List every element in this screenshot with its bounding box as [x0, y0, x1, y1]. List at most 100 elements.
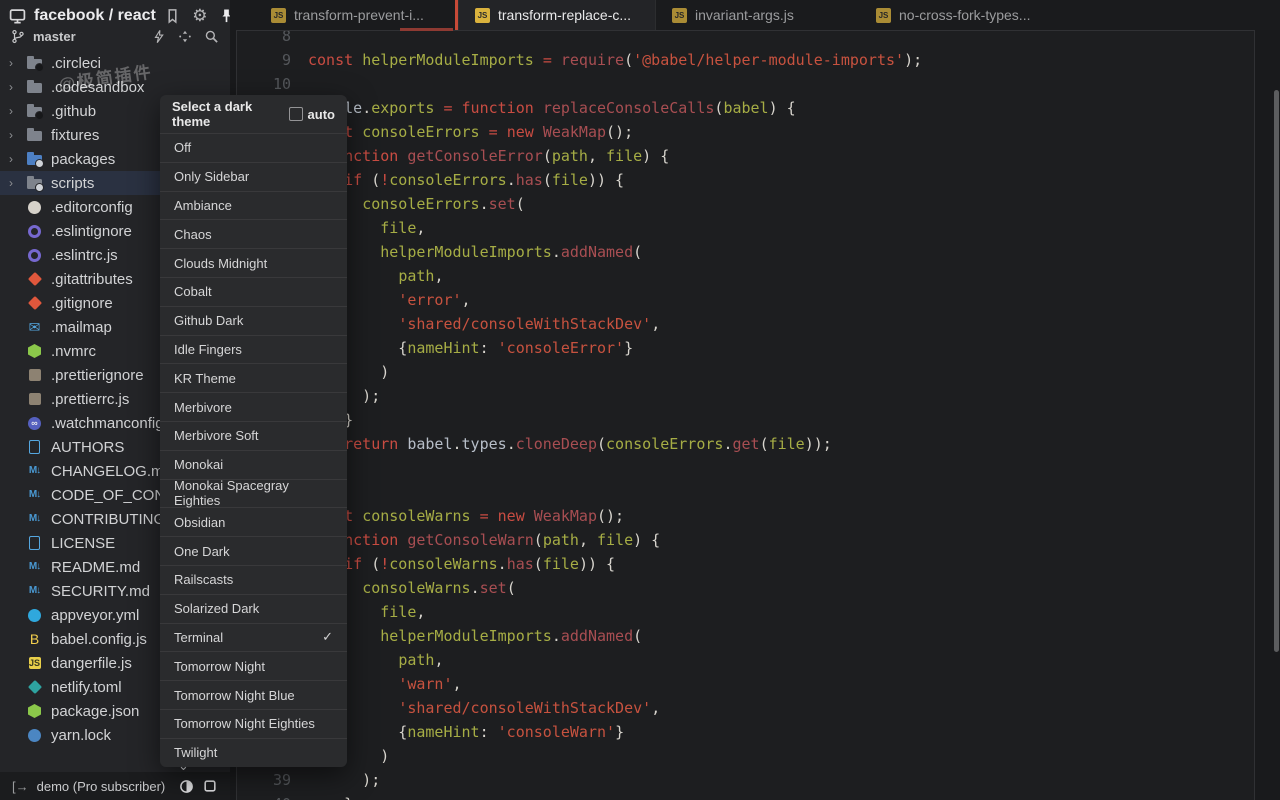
markdown-icon: M↓: [26, 487, 43, 503]
git-branch-icon: [9, 27, 27, 45]
file-label: appveyor.yml: [51, 607, 139, 624]
live-session-icon[interactable]: [176, 27, 194, 45]
theme-item-ambiance[interactable]: Ambiance: [160, 191, 347, 220]
appveyor-icon: [26, 607, 43, 623]
branch-name[interactable]: master: [33, 29, 144, 44]
theme-item-cobalt[interactable]: Cobalt: [160, 277, 347, 306]
file-label: babel.config.js: [51, 631, 147, 648]
file-label: .eslintrc.js: [51, 247, 118, 264]
tab-transform-replace-c[interactable]: JStransform-replace-c...: [458, 0, 655, 30]
code-line: 13 function getConsoleError(path, file) …: [237, 144, 1254, 168]
theme-item-monokai-spacegray-eighties[interactable]: Monokai Spacegray Eighties: [160, 479, 347, 508]
code-line: 27: [237, 480, 1254, 504]
gear-icon[interactable]: ⚙: [191, 7, 209, 25]
code-line: 21 {nameHint: 'consoleError'}: [237, 336, 1254, 360]
theme-item-label: Tomorrow Night Eighties: [174, 716, 315, 731]
theme-item-kr-theme[interactable]: KR Theme: [160, 363, 347, 392]
code-line: 35 'warn',: [237, 672, 1254, 696]
code-line: 31 consoleWarns.set(: [237, 576, 1254, 600]
code-line: 28 let consoleWarns = new WeakMap();: [237, 504, 1254, 528]
js-file-icon: JS: [271, 8, 286, 23]
theme-item-label: Ambiance: [174, 198, 232, 213]
folder-icon: [26, 127, 43, 143]
tab-label: invariant-args.js: [695, 7, 794, 23]
theme-item-label: Github Dark: [174, 313, 243, 328]
sign-out-icon[interactable]: [→: [12, 779, 29, 794]
chevron-right-icon: ›: [9, 177, 26, 189]
chevron-right-icon: ›: [9, 129, 26, 141]
contrast-toggle-icon[interactable]: [178, 778, 194, 794]
file-label: .mailmap: [51, 319, 112, 336]
bookmark-icon[interactable]: [164, 7, 182, 25]
theme-item-railscasts[interactable]: Railscasts: [160, 565, 347, 594]
theme-item-label: Idle Fingers: [174, 342, 242, 357]
line-number: 8: [237, 30, 291, 48]
code-line: 39 );: [237, 768, 1254, 792]
file-label: .codesandbox: [51, 79, 144, 96]
file-label: yarn.lock: [51, 727, 111, 744]
theme-item-monokai[interactable]: Monokai: [160, 450, 347, 479]
theme-item-idle-fingers[interactable]: Idle Fingers: [160, 335, 347, 364]
theme-item-solarized-dark[interactable]: Solarized Dark: [160, 594, 347, 623]
file-icon: [26, 535, 43, 551]
theme-item-chaos[interactable]: Chaos: [160, 219, 347, 248]
theme-item-tomorrow-night-blue[interactable]: Tomorrow Night Blue: [160, 680, 347, 709]
theme-item-label: Obsidian: [174, 515, 225, 530]
theme-item-one-dark[interactable]: One Dark: [160, 536, 347, 565]
file-label: AUTHORS: [51, 439, 124, 456]
file-label: netlify.toml: [51, 679, 122, 696]
theme-item-github-dark[interactable]: Github Dark: [160, 306, 347, 335]
lightning-icon[interactable]: [150, 27, 168, 45]
packages-folder-icon: [26, 151, 43, 167]
code-line: 18 path,: [237, 264, 1254, 288]
branch-row: master: [0, 26, 230, 49]
chevron-right-icon: ›: [9, 81, 26, 93]
search-icon[interactable]: [202, 27, 220, 45]
theme-item-tomorrow-night[interactable]: Tomorrow Night: [160, 651, 347, 680]
theme-item-merbivore[interactable]: Merbivore: [160, 392, 347, 421]
tab-bar: JStransform-prevent-i...JStransform-repl…: [230, 0, 1280, 30]
main-area: JStransform-prevent-i...JStransform-repl…: [230, 0, 1280, 800]
theme-item-label: One Dark: [174, 544, 230, 559]
file-label: .prettierignore: [51, 367, 144, 384]
theme-item-terminal[interactable]: Terminal✓: [160, 623, 347, 652]
code-line: 29 function getConsoleWarn(path, file) {: [237, 528, 1254, 552]
circleci-folder-icon: [26, 55, 43, 71]
node-icon: [26, 343, 43, 359]
tab-invariant-args-js[interactable]: JSinvariant-args.js: [655, 0, 860, 30]
line-number: 10: [237, 72, 291, 96]
sidebar-footer: [→ demo (Pro subscriber): [0, 772, 230, 800]
theme-item-only-sidebar[interactable]: Only Sidebar: [160, 162, 347, 191]
code-area: 7'use strict';89const helperModuleImport…: [237, 30, 1254, 800]
theme-item-merbivore-soft[interactable]: Merbivore Soft: [160, 421, 347, 450]
tab-no-cross-fork-types[interactable]: JSno-cross-fork-types...: [860, 0, 1046, 30]
auto-checkbox[interactable]: [289, 107, 303, 121]
dropdown-scrollbar[interactable]: [1274, 90, 1279, 652]
theme-item-obsidian[interactable]: Obsidian: [160, 507, 347, 536]
git-icon: [26, 295, 43, 311]
theme-item-off[interactable]: Off: [160, 133, 347, 162]
theme-item-tomorrow-night-eighties[interactable]: Tomorrow Night Eighties: [160, 709, 347, 738]
code-editor[interactable]: 7'use strict';89const helperModuleImport…: [236, 30, 1255, 800]
tab-transform-prevent-i[interactable]: JStransform-prevent-i...: [255, 0, 455, 30]
theme-item-label: Merbivore Soft: [174, 428, 259, 443]
theme-item-label: Off: [174, 140, 191, 155]
markdown-icon: M↓: [26, 583, 43, 599]
editor-window-icon: [9, 7, 26, 25]
npm-icon: [26, 703, 43, 719]
file-row[interactable]: ›.circleci: [0, 51, 230, 75]
repo-header: facebook / react ⚙: [0, 0, 230, 26]
pin-icon[interactable]: [218, 7, 230, 25]
eslint-icon: [26, 247, 43, 263]
code-line: 14 if (!consoleErrors.has(file)) {: [237, 168, 1254, 192]
square-layout-icon[interactable]: [202, 778, 218, 794]
theme-item-clouds-midnight[interactable]: Clouds Midnight: [160, 248, 347, 277]
code-line: 33 helperModuleImports.addNamed(: [237, 624, 1254, 648]
code-line: 37 {nameHint: 'consoleWarn'}: [237, 720, 1254, 744]
file-label: .watchmanconfig: [51, 415, 164, 432]
line-number: 9: [237, 48, 291, 72]
theme-item-label: Tomorrow Night Blue: [174, 688, 295, 703]
chevron-right-icon: ›: [9, 105, 26, 117]
folder-icon: [26, 79, 43, 95]
file-label: .gitignore: [51, 295, 113, 312]
